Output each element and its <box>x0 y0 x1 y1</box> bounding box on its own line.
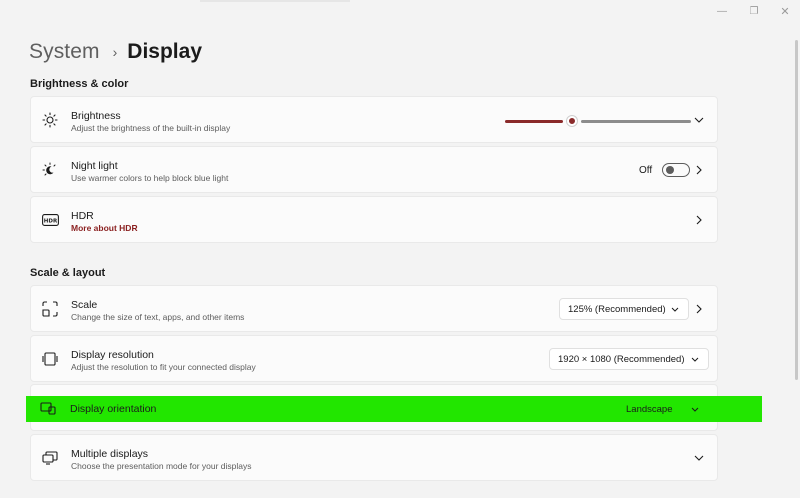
multiple-displays-card[interactable]: Multiple displays Choose the presentatio… <box>30 434 718 481</box>
scale-icon <box>41 300 59 318</box>
night-light-icon <box>41 161 59 179</box>
brightness-slider-thumb[interactable] <box>567 116 577 126</box>
svg-text:HDR: HDR <box>43 218 57 224</box>
brightness-card[interactable]: Brightness Adjust the brightness of the … <box>30 96 718 143</box>
brightness-slider[interactable] <box>505 116 691 126</box>
night-light-desc: Use warmer colors to help block blue lig… <box>71 173 229 183</box>
close-button[interactable]: ✕ <box>776 4 794 20</box>
display-resolution-value: 1920 × 1080 (Recommended) <box>558 353 685 365</box>
multiple-displays-title: Multiple displays <box>71 448 149 460</box>
chevron-down-icon <box>671 307 679 312</box>
multiple-displays-desc: Choose the presentation mode for your di… <box>71 461 252 471</box>
minimize-button[interactable]: — <box>713 4 731 20</box>
title-bar-hint <box>200 0 350 2</box>
maximize-button[interactable]: ❐ <box>745 4 763 20</box>
breadcrumb-separator: › <box>112 44 118 60</box>
hdr-title: HDR <box>71 210 94 222</box>
display-orientation-highlight[interactable]: Display orientation Landscape <box>26 396 762 422</box>
scale-dropdown-value: 125% (Recommended) <box>568 303 666 315</box>
section-title-brightness-color: Brightness & color <box>30 78 129 90</box>
display-resolution-desc: Adjust the resolution to fit your connec… <box>71 362 256 372</box>
scrollbar[interactable] <box>795 40 798 380</box>
toggle-knob <box>666 166 674 174</box>
scale-desc: Change the size of text, apps, and other… <box>71 312 245 322</box>
chevron-right-icon[interactable] <box>693 163 705 177</box>
brightness-desc: Adjust the brightness of the built-in di… <box>71 123 231 133</box>
orientation-icon <box>40 401 56 417</box>
brightness-slider-fill <box>505 120 563 123</box>
scale-title: Scale <box>71 299 98 311</box>
display-orientation-title: Display orientation <box>70 403 157 415</box>
resolution-icon <box>41 350 59 368</box>
chevron-right-icon[interactable] <box>693 213 705 227</box>
breadcrumb: System › Display <box>29 37 202 67</box>
night-light-state: Off <box>639 165 653 176</box>
sun-icon <box>41 111 59 129</box>
chevron-down-icon[interactable] <box>690 404 700 414</box>
chevron-down-icon <box>691 357 699 362</box>
display-resolution-dropdown[interactable]: 1920 × 1080 (Recommended) <box>549 348 709 370</box>
brightness-title: Brightness <box>71 110 121 122</box>
hdr-icon: HDR <box>41 211 59 229</box>
chevron-down-icon[interactable] <box>693 451 705 465</box>
more-about-hdr-link[interactable]: More about HDR <box>71 223 138 234</box>
title-bar: — ❐ ✕ <box>0 0 800 24</box>
display-orientation-value[interactable]: Landscape <box>626 404 672 415</box>
display-resolution-card[interactable]: Display resolution Adjust the resolution… <box>30 335 718 382</box>
section-title-scale-layout: Scale & layout <box>30 267 106 279</box>
multiple-displays-icon <box>41 449 59 467</box>
night-light-title: Night light <box>71 160 118 172</box>
scale-dropdown[interactable]: 125% (Recommended) <box>559 298 689 320</box>
night-light-toggle[interactable] <box>662 163 690 177</box>
breadcrumb-system[interactable]: System <box>29 40 100 64</box>
chevron-right-icon[interactable] <box>693 302 705 316</box>
night-light-card[interactable]: Night light Use warmer colors to help bl… <box>30 146 718 193</box>
hdr-card[interactable]: HDR HDR More about HDR <box>30 196 718 243</box>
chevron-down-icon[interactable] <box>693 113 705 127</box>
scale-card[interactable]: Scale Change the size of text, apps, and… <box>30 285 718 332</box>
brightness-slider-track <box>581 120 691 123</box>
page-title: Display <box>127 40 202 63</box>
display-resolution-title: Display resolution <box>71 349 154 361</box>
